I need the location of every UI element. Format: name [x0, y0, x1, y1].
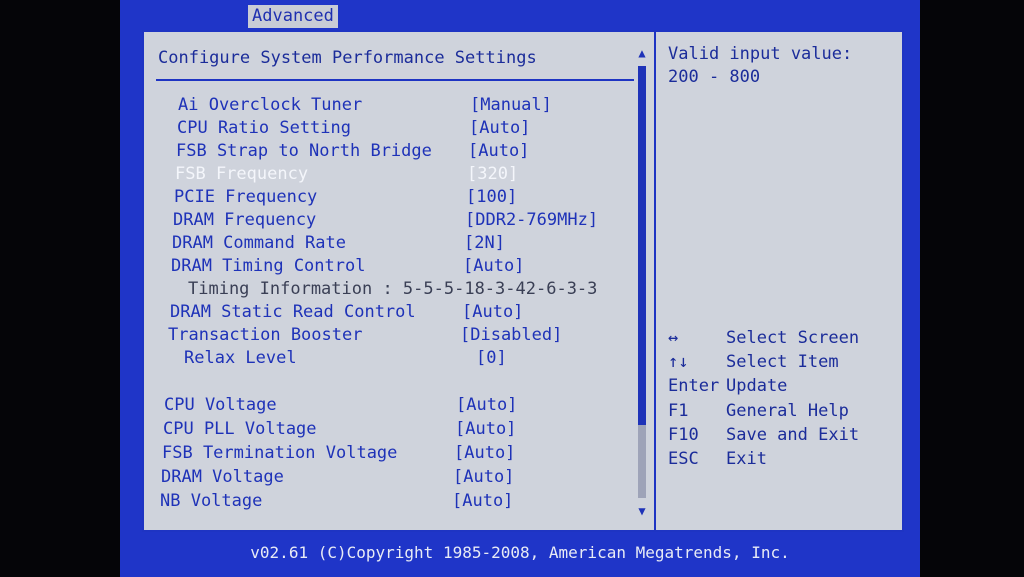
setting-value[interactable]: [Auto]: [452, 490, 513, 512]
setting-label: Ai Overclock Tuner: [178, 95, 363, 115]
setting-label: CPU Voltage: [164, 395, 277, 415]
setting-value[interactable]: [0]: [476, 347, 507, 369]
scroll-thumb[interactable]: [638, 66, 646, 425]
key-description: Select Screen: [726, 328, 860, 348]
key-description: General Help: [726, 401, 849, 421]
setting-value[interactable]: [Auto]: [454, 442, 515, 464]
setting-label: CPU PLL Voltage: [163, 419, 317, 439]
settings-pane: Configure System Performance Settings Ai…: [144, 32, 651, 530]
setting-row[interactable]: FSB Frequency [320]: [175, 163, 655, 185]
setting-value[interactable]: [Auto]: [469, 117, 530, 139]
setting-row[interactable]: Ai Overclock Tuner [Manual]: [178, 94, 658, 116]
setting-row[interactable]: DRAM Voltage [Auto]: [161, 466, 641, 488]
setting-row[interactable]: CPU PLL Voltage [Auto]: [163, 418, 643, 440]
setting-value[interactable]: [Manual]: [470, 94, 552, 116]
setting-value[interactable]: [2N]: [464, 232, 505, 254]
setting-label: DRAM Timing Control: [171, 256, 366, 276]
setting-label: FSB Frequency: [175, 164, 309, 184]
setting-row[interactable]: NB Voltage [Auto]: [160, 490, 640, 512]
setting-label: NB Voltage: [160, 491, 263, 511]
setting-row[interactable]: Relax Level [0]: [184, 347, 664, 369]
bios-frame: Configure System Performance Settings Ai…: [142, 30, 904, 532]
scrollbar[interactable]: ▲ ▼: [634, 46, 650, 518]
copyright-footer: v02.61 (C)Copyright 1985-2008, American …: [250, 543, 790, 562]
setting-value[interactable]: [100]: [466, 186, 517, 208]
key-description: Update: [726, 376, 788, 396]
tab-advanced[interactable]: Advanced: [248, 5, 338, 28]
setting-label: DRAM Voltage: [161, 467, 284, 487]
page-title: Configure System Performance Settings: [158, 48, 537, 68]
title-divider: [156, 79, 634, 81]
setting-value[interactable]: [DDR2-769MHz]: [465, 209, 598, 231]
setting-value[interactable]: [Disabled]: [460, 324, 562, 346]
scroll-down-arrow-icon[interactable]: ▼: [636, 504, 648, 518]
key-name: F10: [668, 425, 699, 445]
setting-value[interactable]: [Auto]: [453, 466, 514, 488]
setting-row[interactable]: DRAM Frequency [DDR2-769MHz]: [173, 209, 653, 231]
help-pane: Valid input value: 200 - 800 ↔ Select Scr…: [654, 32, 902, 530]
setting-row[interactable]: DRAM Timing Control [Auto]: [171, 255, 651, 277]
setting-row[interactable]: FSB Strap to North Bridge [Auto]: [176, 140, 656, 162]
key-description: Save and Exit: [726, 425, 860, 445]
key-description: Exit: [726, 449, 767, 469]
setting-value[interactable]: [Auto]: [462, 301, 523, 323]
key-name: F1: [668, 401, 689, 421]
setting-value[interactable]: [Auto]: [463, 255, 524, 277]
scroll-up-arrow-icon[interactable]: ▲: [636, 46, 648, 60]
scroll-track[interactable]: [638, 66, 646, 498]
setting-value[interactable]: [Auto]: [456, 394, 517, 416]
setting-label: CPU Ratio Setting: [177, 118, 351, 138]
key-name: Enter: [668, 376, 720, 396]
setting-row[interactable]: DRAM Static Read Control [Auto]: [170, 301, 650, 323]
setting-label: DRAM Command Rate: [172, 233, 346, 253]
setting-row: Timing Information : 5-5-5-18-3-42-6-3-3: [188, 278, 668, 300]
help-title: Valid input value:: [668, 44, 853, 64]
help-valid-range: 200 - 800: [668, 67, 761, 87]
setting-row[interactable]: FSB Termination Voltage [Auto]: [162, 442, 642, 464]
setting-row[interactable]: DRAM Command Rate [2N]: [172, 232, 652, 254]
setting-label: FSB Strap to North Bridge: [176, 141, 432, 161]
setting-value[interactable]: [Auto]: [455, 418, 516, 440]
key-name: ↑↓: [668, 352, 689, 372]
setting-label: DRAM Static Read Control: [170, 302, 416, 322]
setting-label: DRAM Frequency: [173, 210, 317, 230]
setting-row[interactable]: CPU Ratio Setting [Auto]: [177, 117, 657, 139]
key-description: Select Item: [726, 352, 839, 372]
key-name: ESC: [668, 449, 699, 469]
setting-row[interactable]: Transaction Booster [Disabled]: [168, 324, 648, 346]
setting-label: Relax Level: [184, 348, 297, 368]
setting-label: PCIE Frequency: [174, 187, 318, 207]
setting-value[interactable]: [320]: [467, 163, 518, 185]
setting-value[interactable]: [Auto]: [468, 140, 529, 162]
setting-row[interactable]: PCIE Frequency [100]: [174, 186, 654, 208]
bios-screen: Advanced Configure System Performance Se…: [120, 0, 920, 577]
setting-label: Transaction Booster: [168, 325, 363, 345]
setting-row[interactable]: CPU Voltage [Auto]: [164, 394, 644, 416]
setting-label: Timing Information : 5-5-5-18-3-42-6-3-3: [188, 279, 598, 299]
key-name: ↔: [668, 328, 679, 348]
setting-label: FSB Termination Voltage: [162, 443, 398, 463]
